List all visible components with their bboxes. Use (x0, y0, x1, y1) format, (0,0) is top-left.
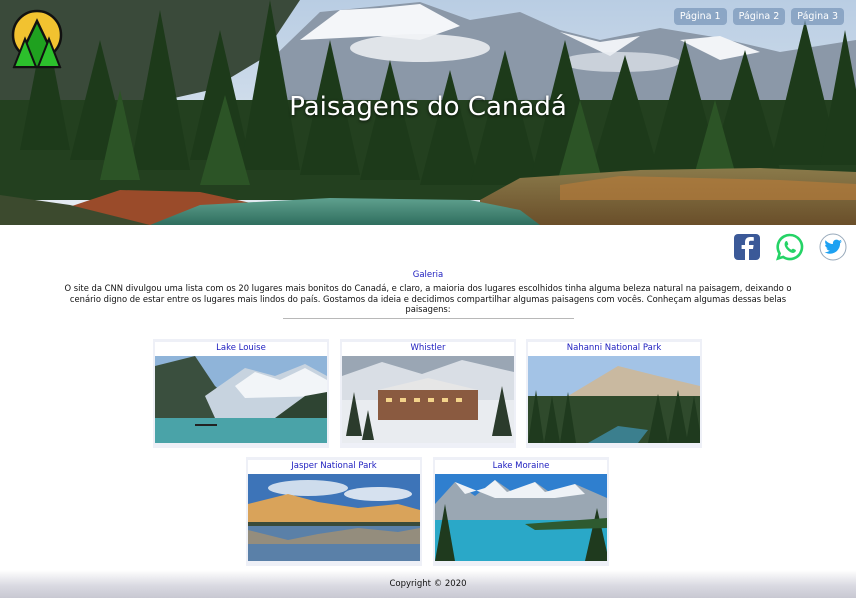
gallery-caption[interactable]: Lake Louise (155, 342, 327, 356)
section-divider (283, 318, 574, 319)
nav-page-2-button[interactable]: Página 2 (732, 8, 786, 25)
gallery-card-lake-louise[interactable]: Lake Louise (153, 339, 329, 448)
gallery-card-whistler[interactable]: Whistler (340, 339, 516, 448)
gallery-card-jasper[interactable]: Jasper National Park (246, 457, 422, 566)
gallery-photo-nahanni[interactable] (528, 356, 700, 443)
facebook-icon[interactable] (732, 232, 762, 262)
gallery-caption[interactable]: Lake Moraine (435, 460, 607, 474)
gallery-photo-lake-moraine[interactable] (435, 474, 607, 561)
intro-paragraph: O site da CNN divulgou uma lista com os … (64, 283, 792, 314)
gallery-photo-jasper[interactable] (248, 474, 420, 561)
nav-page-3-button[interactable]: Página 3 (791, 8, 844, 25)
gallery-card-nahanni[interactable]: Nahanni National Park (526, 339, 702, 448)
copyright-text: Copyright © 2020 (389, 579, 467, 589)
gallery-photo-whistler[interactable] (342, 356, 514, 443)
social-links (732, 232, 848, 262)
hero-banner: Página 1 Página 2 Página 3 Paisagens do … (0, 0, 856, 225)
gallery-caption[interactable]: Nahanni National Park (528, 342, 700, 356)
whatsapp-icon[interactable] (775, 232, 805, 262)
nav-page-1-button[interactable]: Página 1 (673, 8, 727, 25)
page-title: Paisagens do Canadá (289, 92, 567, 122)
gallery-card-lake-moraine[interactable]: Lake Moraine (433, 457, 609, 566)
galeria-link[interactable]: Galeria (0, 270, 856, 280)
mountain-logo-icon[interactable] (10, 9, 64, 71)
gallery-caption[interactable]: Whistler (342, 342, 514, 356)
page-footer: Copyright © 2020 (0, 570, 856, 598)
gallery-photo-lake-louise[interactable] (155, 356, 327, 443)
top-navigation: Página 1 Página 2 Página 3 (673, 8, 844, 25)
gallery-caption[interactable]: Jasper National Park (248, 460, 420, 474)
twitter-icon[interactable] (818, 232, 848, 262)
